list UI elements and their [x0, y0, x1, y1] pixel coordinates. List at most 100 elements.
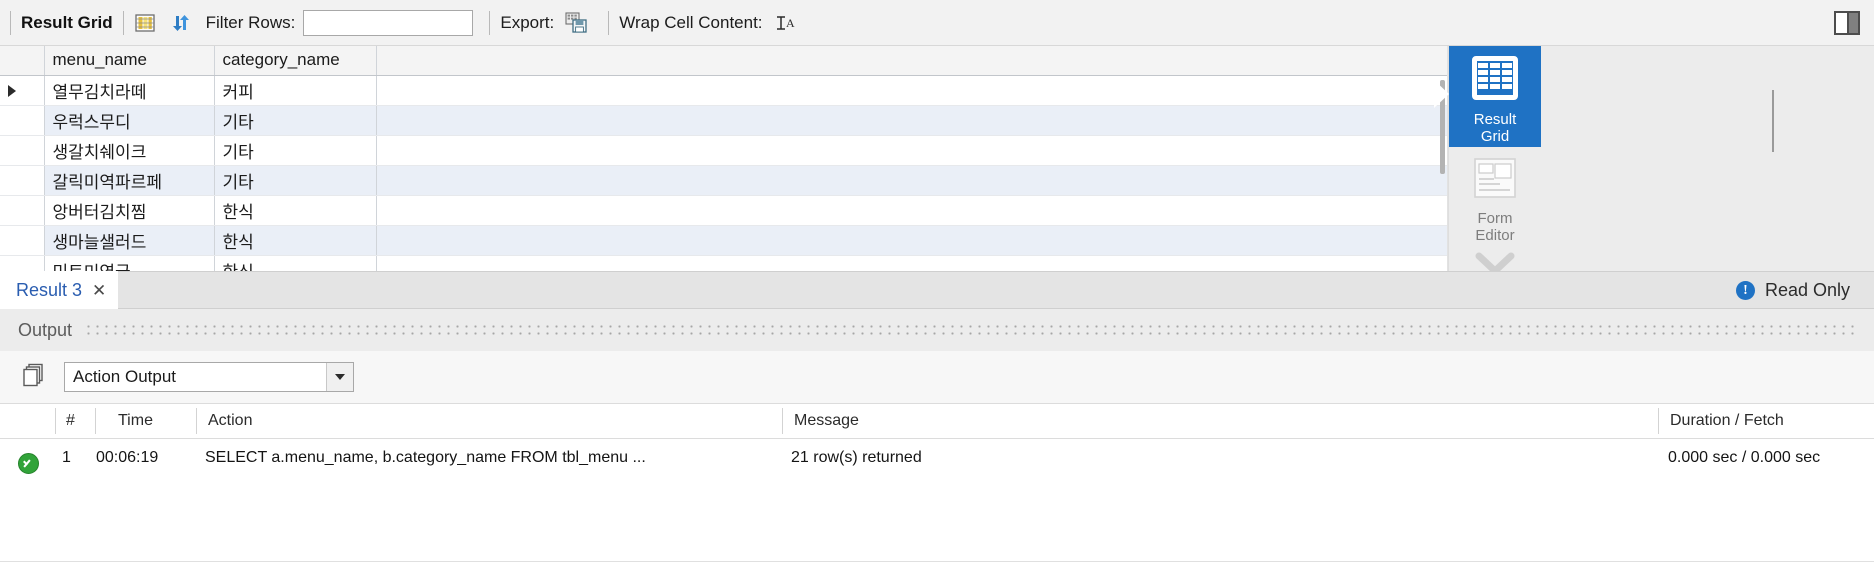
refresh-arrows-icon[interactable]: [170, 12, 192, 34]
svg-text:A: A: [786, 16, 795, 30]
cell-menu-name: 앙버터김치찜: [44, 195, 215, 226]
form-editor-icon: [1470, 157, 1520, 206]
cell-text: 한식: [222, 232, 254, 252]
grid-columns-icon[interactable]: [134, 12, 156, 34]
view-button-form-editor-label: Form Editor: [1475, 210, 1514, 244]
cell-text: 생마늘샐러드: [52, 232, 147, 252]
view-button-result-grid[interactable]: Result Grid: [1434, 46, 1541, 147]
cell-category-name: 한식: [214, 195, 377, 226]
label-line-2: Editor: [1475, 227, 1515, 244]
toolbar-divider: [122, 10, 124, 35]
cell-category-name: 한식: [214, 225, 377, 256]
cell-category-name: 한식: [214, 255, 377, 272]
row-marker[interactable]: [0, 105, 45, 136]
row-marker[interactable]: [0, 225, 45, 256]
table-row[interactable]: 갈릭미역파르페 기타: [0, 165, 1447, 196]
cell-text: 기타: [222, 112, 254, 132]
output-panel-header: Output: [0, 309, 1874, 351]
cell-text: 커피: [222, 82, 254, 102]
result-tab-label: Result 3: [16, 279, 83, 300]
table-row[interactable]: 생마늘샐러드 한식: [0, 225, 1447, 256]
wrap-cell-content-label: Wrap Cell Content:: [619, 12, 763, 32]
action-output-row[interactable]: 1 00:06:19 SELECT a.menu_name, b.categor…: [0, 439, 1874, 479]
cell-filler: [376, 195, 1447, 226]
grid-corner-cell: [0, 46, 45, 76]
result-tab-3[interactable]: Result 3 ✕: [0, 271, 119, 309]
cell-text: 기타: [222, 172, 254, 192]
info-icon: !: [1735, 280, 1755, 300]
table-grid-icon: [1469, 54, 1521, 107]
cell-text: 우럭스무디: [52, 112, 131, 132]
active-view-pointer-icon: [1434, 80, 1449, 108]
row-marker[interactable]: [0, 255, 45, 271]
cell-filler: [376, 165, 1447, 196]
export-save-icon[interactable]: [564, 11, 588, 34]
cell-menu-name: 생마늘샐러드: [44, 225, 215, 256]
column-header-category-name[interactable]: category_name: [214, 46, 377, 76]
row-marker-selected[interactable]: [0, 75, 45, 106]
cell-menu-name: 갈릭미역파르페: [44, 165, 215, 196]
table-row[interactable]: 우럭스무디 기타: [0, 105, 1447, 136]
grid-header-row: menu_name category_name: [0, 46, 1447, 76]
cell-menu-name: 열무김치라떼: [44, 75, 215, 106]
result-grid-title: Result Grid: [21, 12, 113, 32]
row-marker[interactable]: [0, 195, 45, 226]
column-header-action[interactable]: Action: [208, 412, 252, 430]
cell-text: 한식: [223, 263, 254, 272]
toolbar-divider: [10, 10, 11, 35]
view-button-form-editor[interactable]: Form Editor: [1449, 149, 1541, 244]
success-status-icon: [18, 453, 39, 474]
cell-filler: [376, 255, 1447, 271]
cell-category-name: 커피: [214, 75, 377, 106]
toolbar-divider: [489, 10, 491, 35]
view-switcher-rail: Result Grid Form Editor: [1434, 46, 1874, 275]
column-header-menu-name[interactable]: menu_name: [44, 46, 215, 76]
column-header-duration-fetch[interactable]: Duration / Fetch: [1670, 412, 1784, 430]
export-label: Export:: [500, 12, 555, 32]
output-view-selected-value: Action Output: [73, 367, 177, 386]
cell-text: 한식: [222, 202, 254, 222]
row-marker[interactable]: [0, 165, 45, 196]
result-toolbar: Result Grid Filter Rows: Export: Wrap Ce…: [0, 0, 1874, 46]
toolbar-divider: [608, 10, 610, 35]
read-only-label: Read Only: [1764, 279, 1850, 300]
wrap-text-icon[interactable]: A: [775, 13, 797, 33]
toggle-side-panel-icon[interactable]: [1834, 10, 1860, 35]
column-header-number[interactable]: #: [66, 412, 75, 430]
output-row-number: 1: [62, 449, 71, 466]
cell-category-name: 기타: [214, 105, 377, 136]
close-icon[interactable]: ✕: [92, 282, 106, 299]
cell-filler: [376, 75, 1447, 106]
cell-filler: [376, 225, 1447, 256]
result-grid[interactable]: menu_name category_name 열무김치라떼 커피 우럭스무디 …: [0, 46, 1448, 271]
cell-category-name: 기타: [214, 165, 377, 196]
chevron-down-icon[interactable]: [326, 363, 353, 391]
action-output-table: # Time Action Message Duration / Fetch 1…: [0, 403, 1874, 562]
cell-category-name: 기타: [214, 135, 377, 166]
label-line-1: Form: [1477, 210, 1513, 227]
view-rail-expand-button[interactable]: [1449, 244, 1541, 275]
cell-menu-name: 우럭스무디: [44, 105, 215, 136]
mysql-workbench-result-pane: Result Grid Filter Rows: Export: Wrap Ce…: [0, 0, 1874, 562]
cell-text: 민트미역국: [53, 263, 131, 272]
filter-rows-input[interactable]: [303, 9, 474, 36]
filter-rows-label: Filter Rows:: [205, 12, 296, 32]
table-row[interactable]: 앙버터김치찜 한식: [0, 195, 1447, 226]
table-row[interactable]: 열무김치라떼 커피: [0, 75, 1447, 106]
column-header-message[interactable]: Message: [794, 412, 859, 430]
header-dot-pattern: [84, 323, 1860, 337]
output-view-select[interactable]: Action Output: [64, 362, 354, 392]
copy-rows-icon[interactable]: [22, 362, 48, 393]
table-row[interactable]: 생갈치쉐이크 기타: [0, 135, 1447, 166]
row-marker[interactable]: [0, 135, 45, 166]
grid-header-filler: [376, 46, 1447, 76]
action-output-header-row: # Time Action Message Duration / Fetch: [0, 403, 1874, 439]
cell-menu-name: 민트미역국: [44, 255, 215, 272]
column-header-time[interactable]: Time: [118, 412, 153, 430]
output-row-message: 21 row(s) returned: [791, 449, 922, 466]
rail-divider: [1772, 90, 1774, 152]
label-line-1: Result: [1473, 111, 1517, 128]
output-panel-title: Output: [18, 319, 73, 340]
table-row[interactable]: 민트미역국 한식: [0, 255, 1447, 271]
output-row-duration: 0.000 sec / 0.000 sec: [1668, 449, 1821, 466]
